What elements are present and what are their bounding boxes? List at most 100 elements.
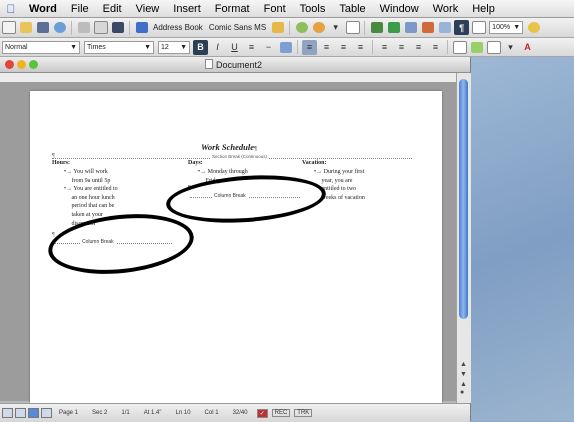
bullets-icon[interactable]: ≡ — [394, 40, 409, 55]
redo-icon[interactable] — [311, 20, 326, 35]
vertical-scrollbar[interactable]: ▲ ▼ ▲ ● — [456, 73, 471, 403]
toolbar-separator — [372, 40, 373, 54]
increase-indent-icon[interactable]: ≡ — [428, 40, 443, 55]
insert-table-icon[interactable] — [345, 20, 360, 35]
drawing-icon[interactable] — [420, 20, 435, 35]
window-titlebar[interactable]: Document2 — [0, 57, 470, 73]
toolbox-icon[interactable] — [110, 20, 125, 35]
status-bar: Page 1 Sec 2 1/1 At 1.4" Ln 10 Col 1 32/… — [0, 403, 470, 422]
menu-help[interactable]: Help — [465, 3, 502, 15]
minimize-icon[interactable] — [17, 60, 26, 69]
online-layout-icon[interactable] — [15, 408, 26, 418]
highlight-color-icon[interactable] — [469, 40, 484, 55]
open-icon[interactable] — [18, 20, 33, 35]
list-item-text: During your first — [323, 169, 365, 175]
scroll-thumb[interactable] — [459, 79, 468, 319]
chevron-down-icon: ▼ — [180, 43, 187, 51]
list-item: period that can be — [64, 202, 118, 211]
chevron-down-icon[interactable]: ▾ — [328, 20, 343, 35]
outline-view-icon[interactable] — [41, 408, 52, 418]
address-book-button[interactable]: Address Book — [150, 23, 206, 32]
column-heading-hours: Hours: — [52, 160, 70, 166]
style-select[interactable]: Normal ▼ — [2, 40, 80, 54]
document-title: Work Schedule¶ — [201, 142, 257, 152]
show-formatting-icon[interactable]: ¶ — [454, 20, 470, 35]
menu-view[interactable]: View — [129, 3, 167, 15]
highlight-icon[interactable] — [278, 40, 293, 55]
new-document-icon[interactable] — [1, 20, 16, 35]
numbering-icon[interactable]: ≡ — [377, 40, 392, 55]
zoom-icon[interactable] — [29, 60, 38, 69]
chevron-down-icon[interactable]: ▾ — [503, 40, 518, 55]
style-value: Normal — [5, 43, 28, 51]
tables-borders-icon[interactable] — [369, 20, 384, 35]
menu-tools[interactable]: Tools — [293, 3, 333, 15]
menu-insert[interactable]: Insert — [166, 3, 208, 15]
menu-table[interactable]: Table — [332, 3, 372, 15]
document-page[interactable]: Work Schedule¶ Section Break (Continuous… — [30, 91, 442, 407]
formatting-toolbar: Normal ▼ Times ▼ 12 ▼ B I U ≡ − ≡ ≡ ≡ ≡ … — [0, 38, 574, 57]
document-window: Document2 Work Schedule¶ Section Break (… — [0, 57, 471, 422]
chevron-down-icon: ▼ — [513, 24, 521, 31]
borders-icon[interactable] — [452, 40, 467, 55]
menu-format[interactable]: Format — [208, 3, 257, 15]
print-preview-icon[interactable] — [93, 20, 108, 35]
font-color-a-icon[interactable]: A — [520, 40, 535, 55]
underline-button[interactable]: U — [227, 40, 242, 55]
toolbar-separator — [364, 20, 366, 35]
double-underline-icon[interactable]: ≡ — [244, 40, 259, 55]
align-left-icon[interactable]: ≡ — [302, 39, 317, 55]
list-item-text: weeks of vacation — [321, 194, 365, 201]
rec-mode-toggle[interactable]: REC — [271, 409, 291, 417]
normal-view-icon[interactable] — [2, 408, 13, 418]
columns-icon[interactable] — [403, 20, 418, 35]
strikethrough-icon[interactable]: − — [261, 40, 276, 55]
save-icon[interactable] — [35, 20, 50, 35]
list-item-text: Monday through — [207, 169, 248, 175]
trk-mode-toggle[interactable]: TRK — [294, 409, 313, 417]
justify-icon[interactable]: ≡ — [353, 40, 368, 55]
navigation-icon[interactable] — [471, 20, 486, 35]
italic-button[interactable]: I — [210, 40, 225, 55]
font-color-icon[interactable] — [486, 40, 501, 55]
undo-icon[interactable] — [294, 20, 309, 35]
menu-font[interactable]: Font — [257, 3, 293, 15]
select-browse-object-icon[interactable]: ● — [460, 389, 464, 396]
help-icon[interactable] — [526, 20, 541, 35]
column-heading-days: Days: — [188, 160, 203, 166]
scroll-down-icon[interactable]: ▼ — [460, 371, 467, 378]
document-map-icon[interactable] — [437, 20, 452, 35]
scroll-up-icon[interactable]: ▲ — [460, 361, 467, 368]
font-select[interactable]: Times ▼ — [84, 40, 154, 54]
web-page-icon[interactable] — [52, 20, 67, 35]
menu-work[interactable]: Work — [426, 3, 465, 15]
align-right-icon[interactable]: ≡ — [336, 40, 351, 55]
section-break-label: Section Break (Continuous) — [210, 154, 270, 159]
page-layout-icon[interactable] — [28, 408, 39, 418]
align-center-icon[interactable]: ≡ — [319, 40, 334, 55]
font-name-preview[interactable]: Comic Sans MS — [206, 23, 269, 32]
menu-word[interactable]: Word — [22, 3, 64, 15]
spelling-status-icon[interactable]: ✓ — [256, 408, 268, 418]
window-title: Document2 — [205, 59, 262, 70]
bold-button[interactable]: B — [193, 39, 208, 55]
horizontal-ruler[interactable] — [0, 73, 456, 83]
menu-file[interactable]: File — [64, 3, 96, 15]
print-icon[interactable] — [76, 20, 91, 35]
close-icon[interactable] — [5, 60, 14, 69]
list-item-text: an one hour lunch — [71, 194, 115, 201]
font-size-select[interactable]: 12 ▼ — [158, 40, 190, 54]
toolbar-separator — [289, 20, 291, 35]
address-book-icon[interactable] — [134, 20, 149, 35]
menu-window[interactable]: Window — [373, 3, 426, 15]
insert-excel-icon[interactable] — [386, 20, 401, 35]
apple-menu-icon[interactable]:  — [0, 2, 22, 16]
format-painter-icon[interactable] — [270, 20, 285, 35]
annotation-circle-column-break-2 — [164, 170, 328, 228]
previous-page-icon[interactable]: ▲ — [460, 381, 467, 388]
zoom-select[interactable]: 100% ▼ — [489, 21, 524, 34]
menu-edit[interactable]: Edit — [96, 3, 129, 15]
pilcrow-mark: ¶ — [253, 146, 257, 152]
list-item-text: taken at your — [71, 211, 103, 218]
decrease-indent-icon[interactable]: ≡ — [411, 40, 426, 55]
